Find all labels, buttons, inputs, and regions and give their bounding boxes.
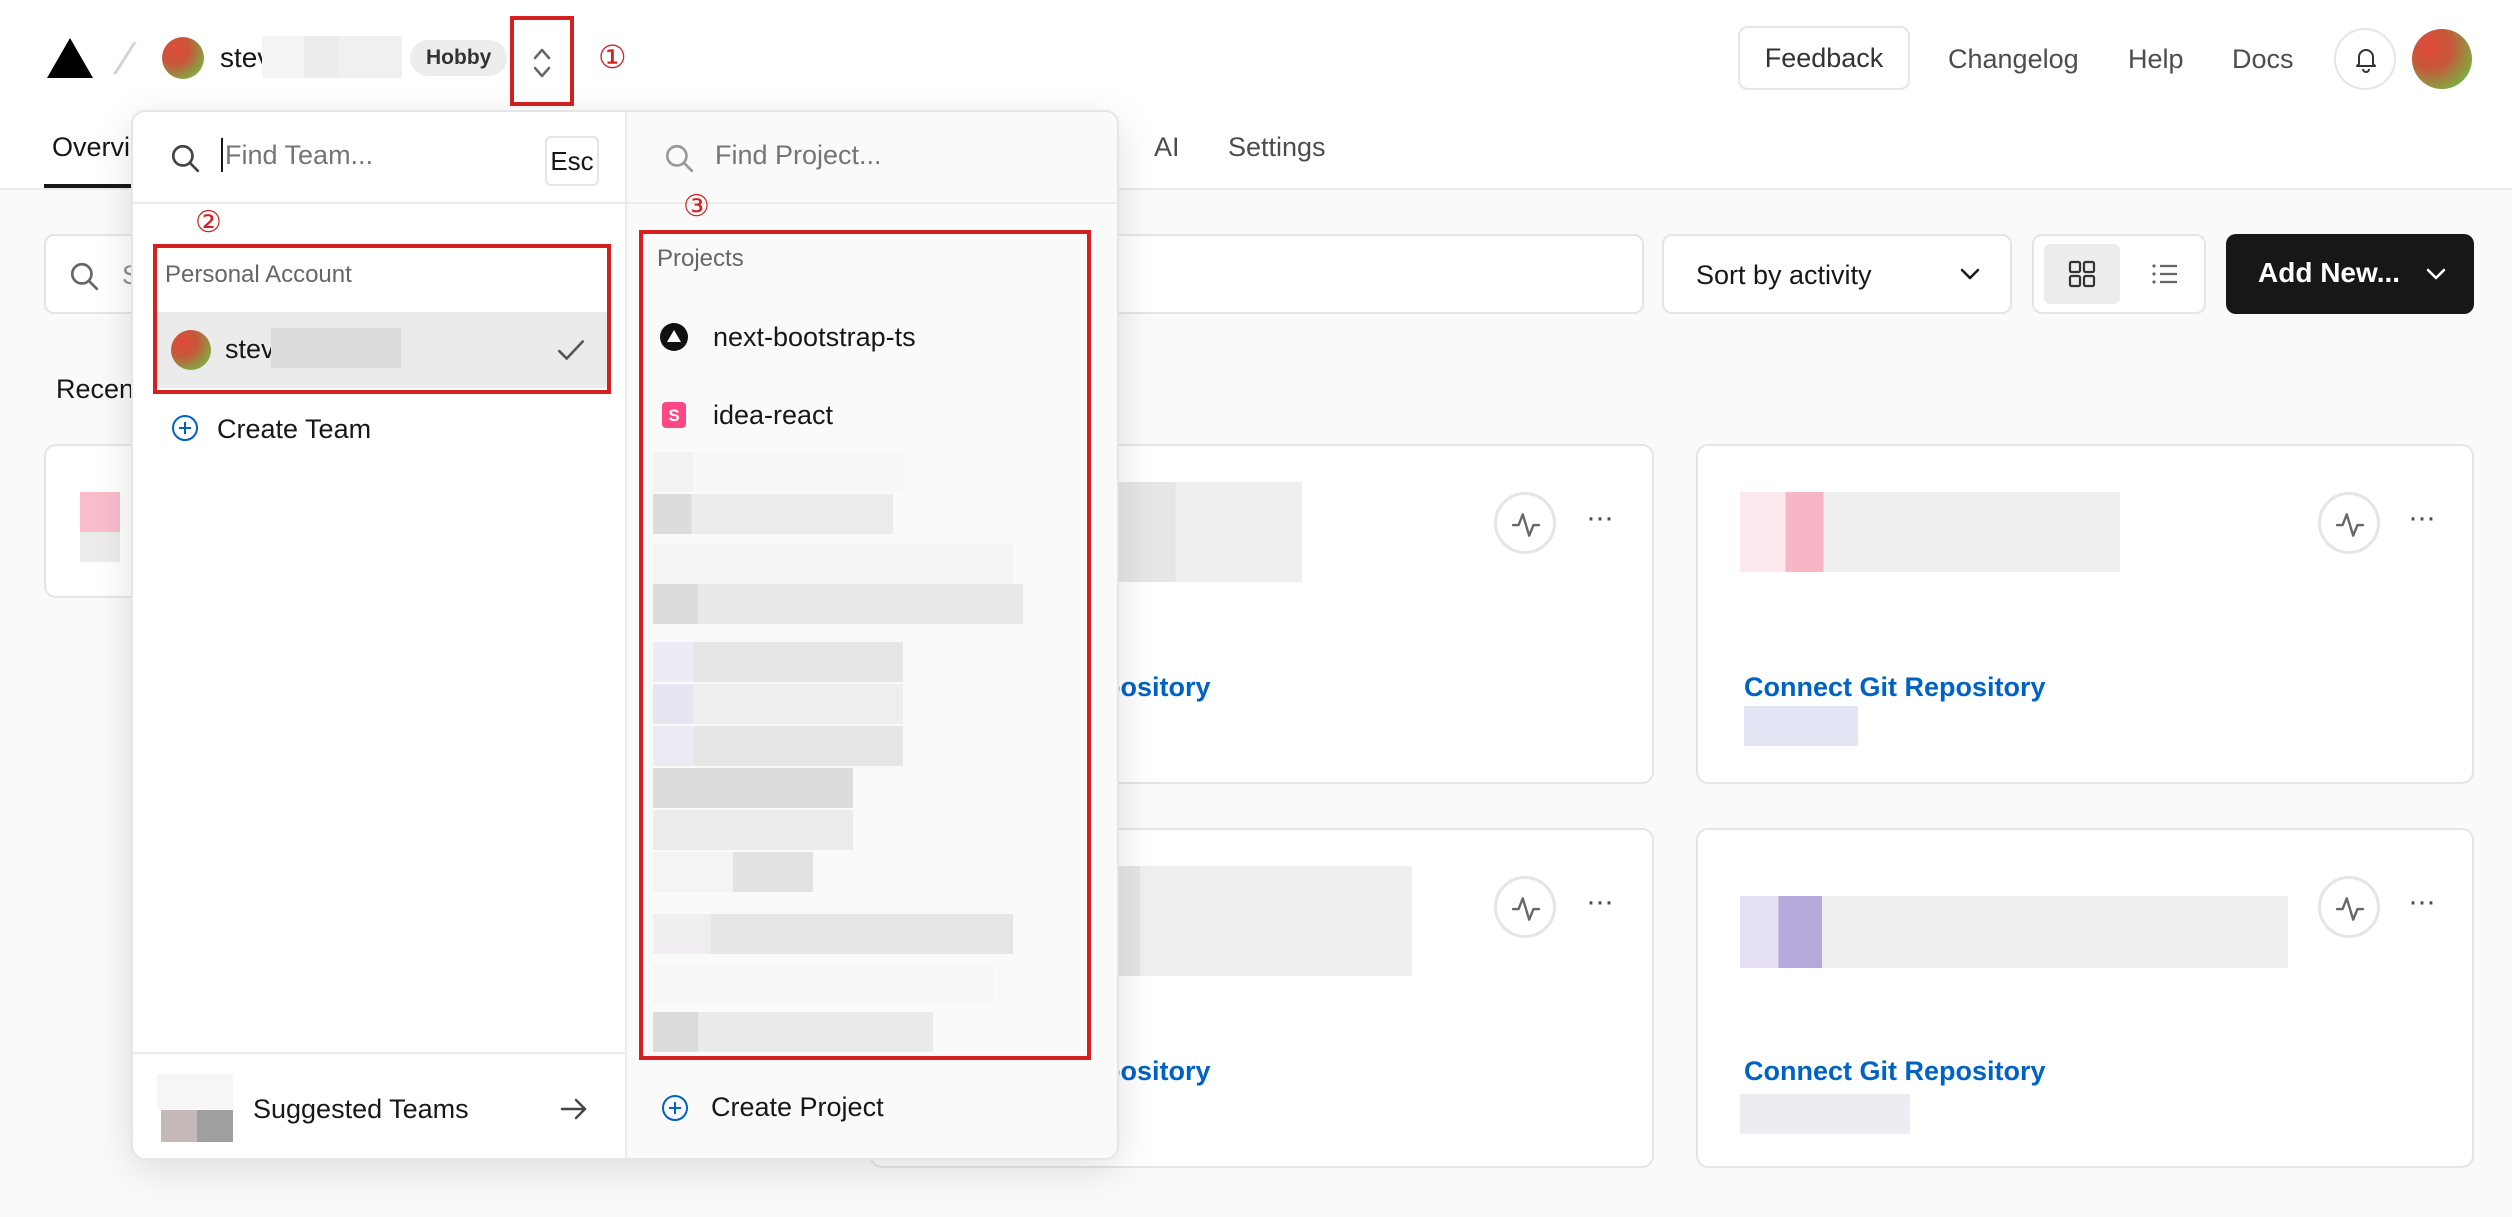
team-item-personal[interactable]: stev: [157, 312, 607, 388]
project-card[interactable]: ··· Connect Git Repository: [1696, 444, 2474, 784]
redacted-preview: [80, 532, 120, 562]
chevron-down-icon: [1960, 268, 1980, 280]
arrow-right-icon: [560, 1098, 587, 1120]
connect-git-link[interactable]: Connect Git Repository: [1744, 1054, 2046, 1088]
connect-git-link[interactable]: Connect Git Repository: [1744, 670, 2046, 704]
more-icon[interactable]: ···: [2408, 503, 2436, 533]
redacted-project-info: [1740, 896, 2288, 968]
team-column: Esc ② Personal Account stev Create Team: [133, 112, 627, 1158]
project-item-label: idea-react: [713, 400, 834, 430]
create-project-button[interactable]: Create Project: [627, 1052, 1117, 1158]
team-project-switcher-popover: Esc ② Personal Account stev Create Team: [131, 110, 1119, 1160]
add-new-button[interactable]: Add New...: [2226, 234, 2474, 314]
help-link[interactable]: Help: [2128, 42, 2184, 76]
tab-ai[interactable]: AI: [1154, 130, 1180, 164]
chevron-down-icon: [2426, 268, 2446, 280]
suggested-teams-row[interactable]: Suggested Teams: [133, 1052, 627, 1158]
create-team-button[interactable]: Create Team: [171, 404, 591, 454]
search-icon: [70, 262, 99, 291]
vercel-logo-icon[interactable]: [45, 36, 95, 80]
redacted-project-info: [1740, 492, 2120, 572]
project-card[interactable]: ··· Connect Git Repository: [1696, 828, 2474, 1168]
chevron-up-down-icon: [533, 48, 551, 78]
list-view-button[interactable]: [2130, 244, 2200, 304]
annotation-marker-2: ②: [195, 206, 222, 239]
notifications-button[interactable]: [2334, 28, 2396, 90]
redacted-branch: [1744, 706, 1858, 746]
annotation-marker-3: ③: [683, 190, 710, 223]
sort-select[interactable]: Sort by activity: [1662, 234, 2012, 314]
changelog-link[interactable]: Changelog: [1948, 42, 2079, 76]
redacted-branch: [1740, 1094, 1910, 1134]
team-item-label: stev: [225, 334, 275, 364]
redacted-preview: [80, 492, 120, 532]
find-team-search[interactable]: Esc: [133, 112, 625, 204]
activity-button[interactable]: [2318, 876, 2380, 938]
view-toggle: [2032, 234, 2206, 314]
redacted-avatar: [197, 1110, 233, 1142]
create-team-label: Create Team: [217, 414, 372, 444]
text-cursor: [221, 138, 223, 172]
more-icon[interactable]: ···: [1586, 887, 1614, 917]
activity-button[interactable]: [1494, 876, 1556, 938]
check-icon: [557, 340, 585, 360]
activity-icon: [2336, 897, 2364, 921]
tab-overview[interactable]: Overvi: [52, 130, 130, 164]
team-avatar[interactable]: [162, 37, 204, 79]
annotation-marker-1: ①: [598, 39, 627, 75]
add-new-label: Add New...: [2258, 257, 2401, 288]
plan-badge: Hobby: [410, 40, 508, 76]
activity-button[interactable]: [1494, 492, 1556, 554]
activity-icon: [1512, 513, 1540, 537]
grid-view-button[interactable]: [2044, 244, 2120, 304]
activity-button[interactable]: [2318, 492, 2380, 554]
project-item-next-bootstrap-ts[interactable]: next-bootstrap-ts: [647, 308, 1083, 368]
redacted-project-list: [643, 452, 1087, 1056]
more-icon[interactable]: ···: [2408, 887, 2436, 917]
vercel-logo-icon: [660, 323, 688, 351]
suggested-teams-label: Suggested Teams: [253, 1094, 469, 1124]
docs-link[interactable]: Docs: [2232, 42, 2294, 76]
feedback-button[interactable]: Feedback: [1738, 26, 1910, 90]
plus-circle-icon: [662, 1095, 688, 1121]
activity-icon: [2336, 513, 2364, 537]
personal-account-label: Personal Account: [165, 261, 352, 288]
find-project-input[interactable]: [715, 138, 1015, 172]
connect-git-link[interactable]: pository: [1104, 670, 1211, 704]
search-icon: [171, 144, 200, 173]
redacted-team-name: [271, 328, 401, 368]
more-icon[interactable]: ···: [1586, 503, 1614, 533]
project-item-label: next-bootstrap-ts: [713, 322, 916, 352]
recent-previews-label: Recen: [56, 374, 135, 404]
team-avatar: [171, 330, 211, 370]
sort-label: Sort by activity: [1696, 260, 1872, 290]
project-item-idea-react[interactable]: S idea-react: [647, 386, 1083, 446]
plus-circle-icon: [172, 415, 198, 441]
bell-icon: [2356, 49, 2376, 73]
create-project-label: Create Project: [711, 1092, 884, 1122]
search-icon: [665, 144, 694, 173]
esc-key-hint[interactable]: Esc: [545, 136, 599, 186]
svg-text:S: S: [668, 406, 679, 425]
grid-icon: [2068, 260, 2096, 288]
breadcrumb-separator: /: [109, 35, 140, 84]
projects-section-label: Projects: [657, 245, 744, 272]
list-icon: [2152, 264, 2177, 284]
find-team-input[interactable]: [225, 138, 525, 172]
redacted-avatar: [161, 1110, 197, 1142]
redacted-project-info: [1072, 866, 1412, 976]
project-column: ③ Projects next-bootstrap-ts S idea-reac…: [627, 112, 1117, 1158]
team-switcher-button[interactable]: [510, 16, 574, 106]
activity-icon: [1512, 897, 1540, 921]
tab-settings[interactable]: Settings: [1228, 130, 1326, 164]
user-avatar[interactable]: [2412, 29, 2472, 89]
storybook-icon: S: [662, 402, 686, 428]
connect-git-link[interactable]: pository: [1104, 1054, 1211, 1088]
redacted-team-name: [262, 36, 402, 78]
